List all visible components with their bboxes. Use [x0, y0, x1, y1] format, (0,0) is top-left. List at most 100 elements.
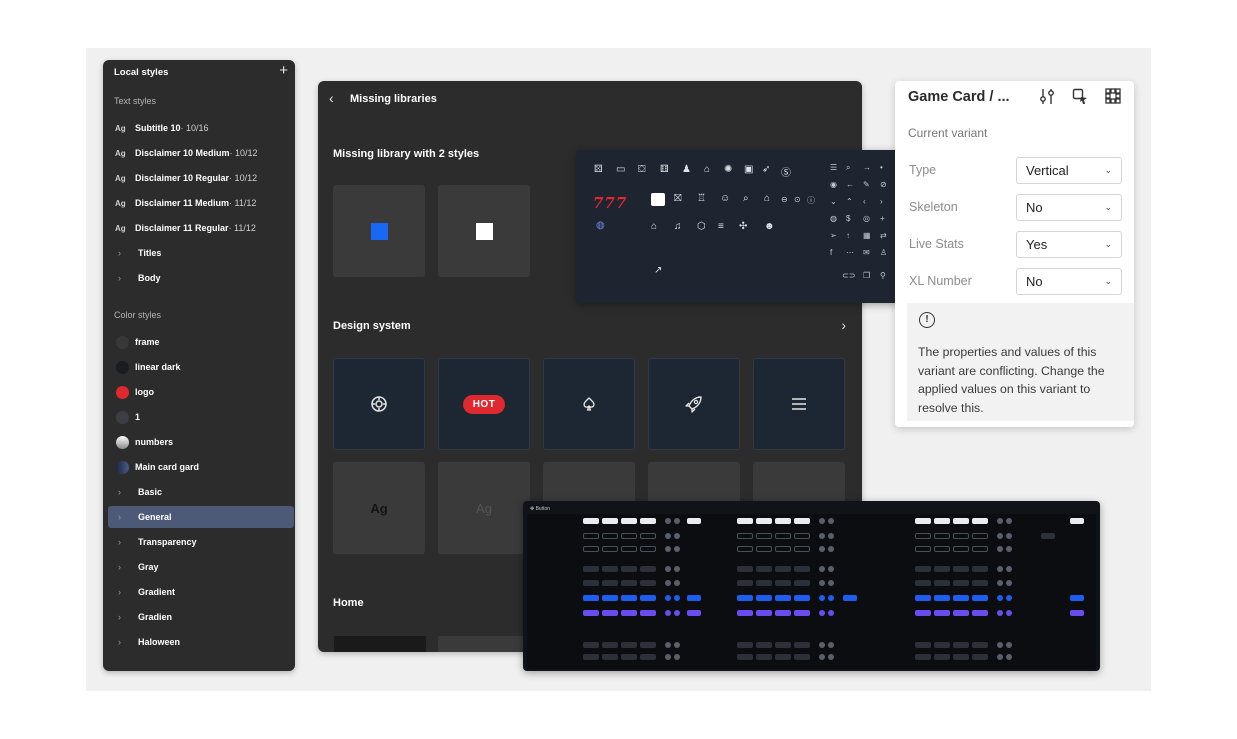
button-variant[interactable] — [1070, 595, 1084, 601]
icon-button-variant[interactable] — [665, 610, 671, 616]
icon-button-variant[interactable] — [819, 642, 825, 648]
button-variant[interactable] — [602, 546, 618, 552]
icon-button-variant[interactable] — [819, 610, 825, 616]
button-variant[interactable] — [934, 518, 950, 524]
icon-button-variant[interactable] — [674, 610, 680, 616]
icon-button-variant[interactable] — [819, 533, 825, 539]
button-variant[interactable] — [621, 518, 637, 524]
button-variant[interactable] — [794, 546, 810, 552]
button-variant[interactable] — [953, 595, 969, 601]
icon-button-variant[interactable] — [997, 518, 1003, 524]
button-variant[interactable] — [687, 595, 701, 601]
color-style-group[interactable]: › Gradien — [108, 606, 294, 628]
button-variant[interactable] — [972, 595, 988, 601]
button-variant[interactable] — [687, 610, 701, 616]
button-variant[interactable] — [934, 595, 950, 601]
color-style-item[interactable]: 1 — [108, 406, 294, 428]
button-variant[interactable] — [775, 642, 791, 648]
icon-button-variant[interactable] — [665, 642, 671, 648]
button-variant[interactable] — [621, 610, 637, 616]
button-variant[interactable] — [602, 595, 618, 601]
button-variant[interactable] — [640, 595, 656, 601]
button-variant[interactable] — [737, 610, 753, 616]
button-variant[interactable] — [972, 566, 988, 572]
icon-button-variant[interactable] — [665, 533, 671, 539]
text-style-group[interactable]: › Body — [108, 267, 294, 289]
button-variant[interactable] — [953, 642, 969, 648]
icon-button-variant[interactable] — [674, 595, 680, 601]
icon-button-variant[interactable] — [997, 533, 1003, 539]
icon-button-variant[interactable] — [819, 654, 825, 660]
button-variant[interactable] — [794, 642, 810, 648]
button-variant[interactable] — [756, 595, 772, 601]
button-variant[interactable] — [972, 642, 988, 648]
button-variant[interactable] — [602, 580, 618, 586]
button-variant[interactable] — [775, 654, 791, 660]
spade-icon-tile[interactable] — [543, 358, 635, 450]
icon-button-variant[interactable] — [674, 566, 680, 572]
button-variant[interactable] — [583, 654, 599, 660]
button-variant[interactable] — [583, 546, 599, 552]
button-variant[interactable] — [583, 518, 599, 524]
button-variant[interactable] — [737, 642, 753, 648]
button-variant[interactable] — [1041, 533, 1055, 539]
button-variant[interactable] — [794, 533, 810, 539]
button-variant[interactable] — [794, 595, 810, 601]
home-thumbnail[interactable] — [438, 636, 530, 652]
icon-button-variant[interactable] — [997, 566, 1003, 572]
button-variant[interactable] — [794, 610, 810, 616]
button-variant[interactable] — [737, 580, 753, 586]
button-variant[interactable] — [687, 518, 701, 524]
icon-button-variant[interactable] — [665, 595, 671, 601]
rocket-icon-tile[interactable] — [648, 358, 740, 450]
button-variant[interactable] — [583, 533, 599, 539]
button-variant[interactable] — [775, 610, 791, 616]
icon-button-variant[interactable] — [828, 533, 834, 539]
button-variant[interactable] — [915, 595, 931, 601]
button-variant[interactable] — [915, 642, 931, 648]
button-variant[interactable] — [756, 518, 772, 524]
button-variant[interactable] — [583, 566, 599, 572]
variants-grid-icon[interactable] — [1105, 88, 1121, 107]
button-variant[interactable] — [953, 580, 969, 586]
button-variant[interactable] — [602, 566, 618, 572]
button-variant[interactable] — [775, 566, 791, 572]
button-variant[interactable] — [621, 546, 637, 552]
color-style-item[interactable]: numbers — [108, 431, 294, 453]
button-variant[interactable] — [775, 518, 791, 524]
button-variant[interactable] — [621, 566, 637, 572]
button-variant[interactable] — [737, 518, 753, 524]
button-variant[interactable] — [843, 595, 857, 601]
icon-button-variant[interactable] — [665, 566, 671, 572]
button-variant[interactable] — [737, 595, 753, 601]
button-variant[interactable] — [737, 566, 753, 572]
icon-button-variant[interactable] — [674, 580, 680, 586]
icon-button-variant[interactable] — [819, 566, 825, 572]
icon-button-variant[interactable] — [674, 642, 680, 648]
icon-button-variant[interactable] — [1006, 610, 1012, 616]
icon-button-variant[interactable] — [1006, 654, 1012, 660]
button-variant[interactable] — [602, 518, 618, 524]
button-variant[interactable] — [953, 518, 969, 524]
icon-button-variant[interactable] — [997, 580, 1003, 586]
button-variant[interactable] — [640, 546, 656, 552]
icon-button-variant[interactable] — [828, 610, 834, 616]
button-variant[interactable] — [756, 566, 772, 572]
button-variant[interactable] — [756, 654, 772, 660]
home-thumbnail[interactable] — [334, 636, 426, 652]
button-variant[interactable] — [915, 546, 931, 552]
button-variant[interactable] — [915, 533, 931, 539]
button-variant[interactable] — [775, 580, 791, 586]
add-style-button[interactable]: + — [279, 62, 288, 79]
text-style-item[interactable]: Ag Disclaimer 10 Medium · 10/12 — [108, 142, 294, 164]
text-style-tile-regular[interactable]: Ag — [438, 462, 530, 554]
button-variant[interactable] — [972, 654, 988, 660]
button-variant[interactable] — [640, 610, 656, 616]
back-chevron-icon[interactable]: ‹ — [329, 90, 334, 106]
button-variant[interactable] — [934, 533, 950, 539]
color-style-group[interactable]: › Gray — [108, 556, 294, 578]
button-variant[interactable] — [934, 580, 950, 586]
button-variant[interactable] — [934, 546, 950, 552]
icon-button-variant[interactable] — [828, 518, 834, 524]
button-variant[interactable] — [737, 654, 753, 660]
